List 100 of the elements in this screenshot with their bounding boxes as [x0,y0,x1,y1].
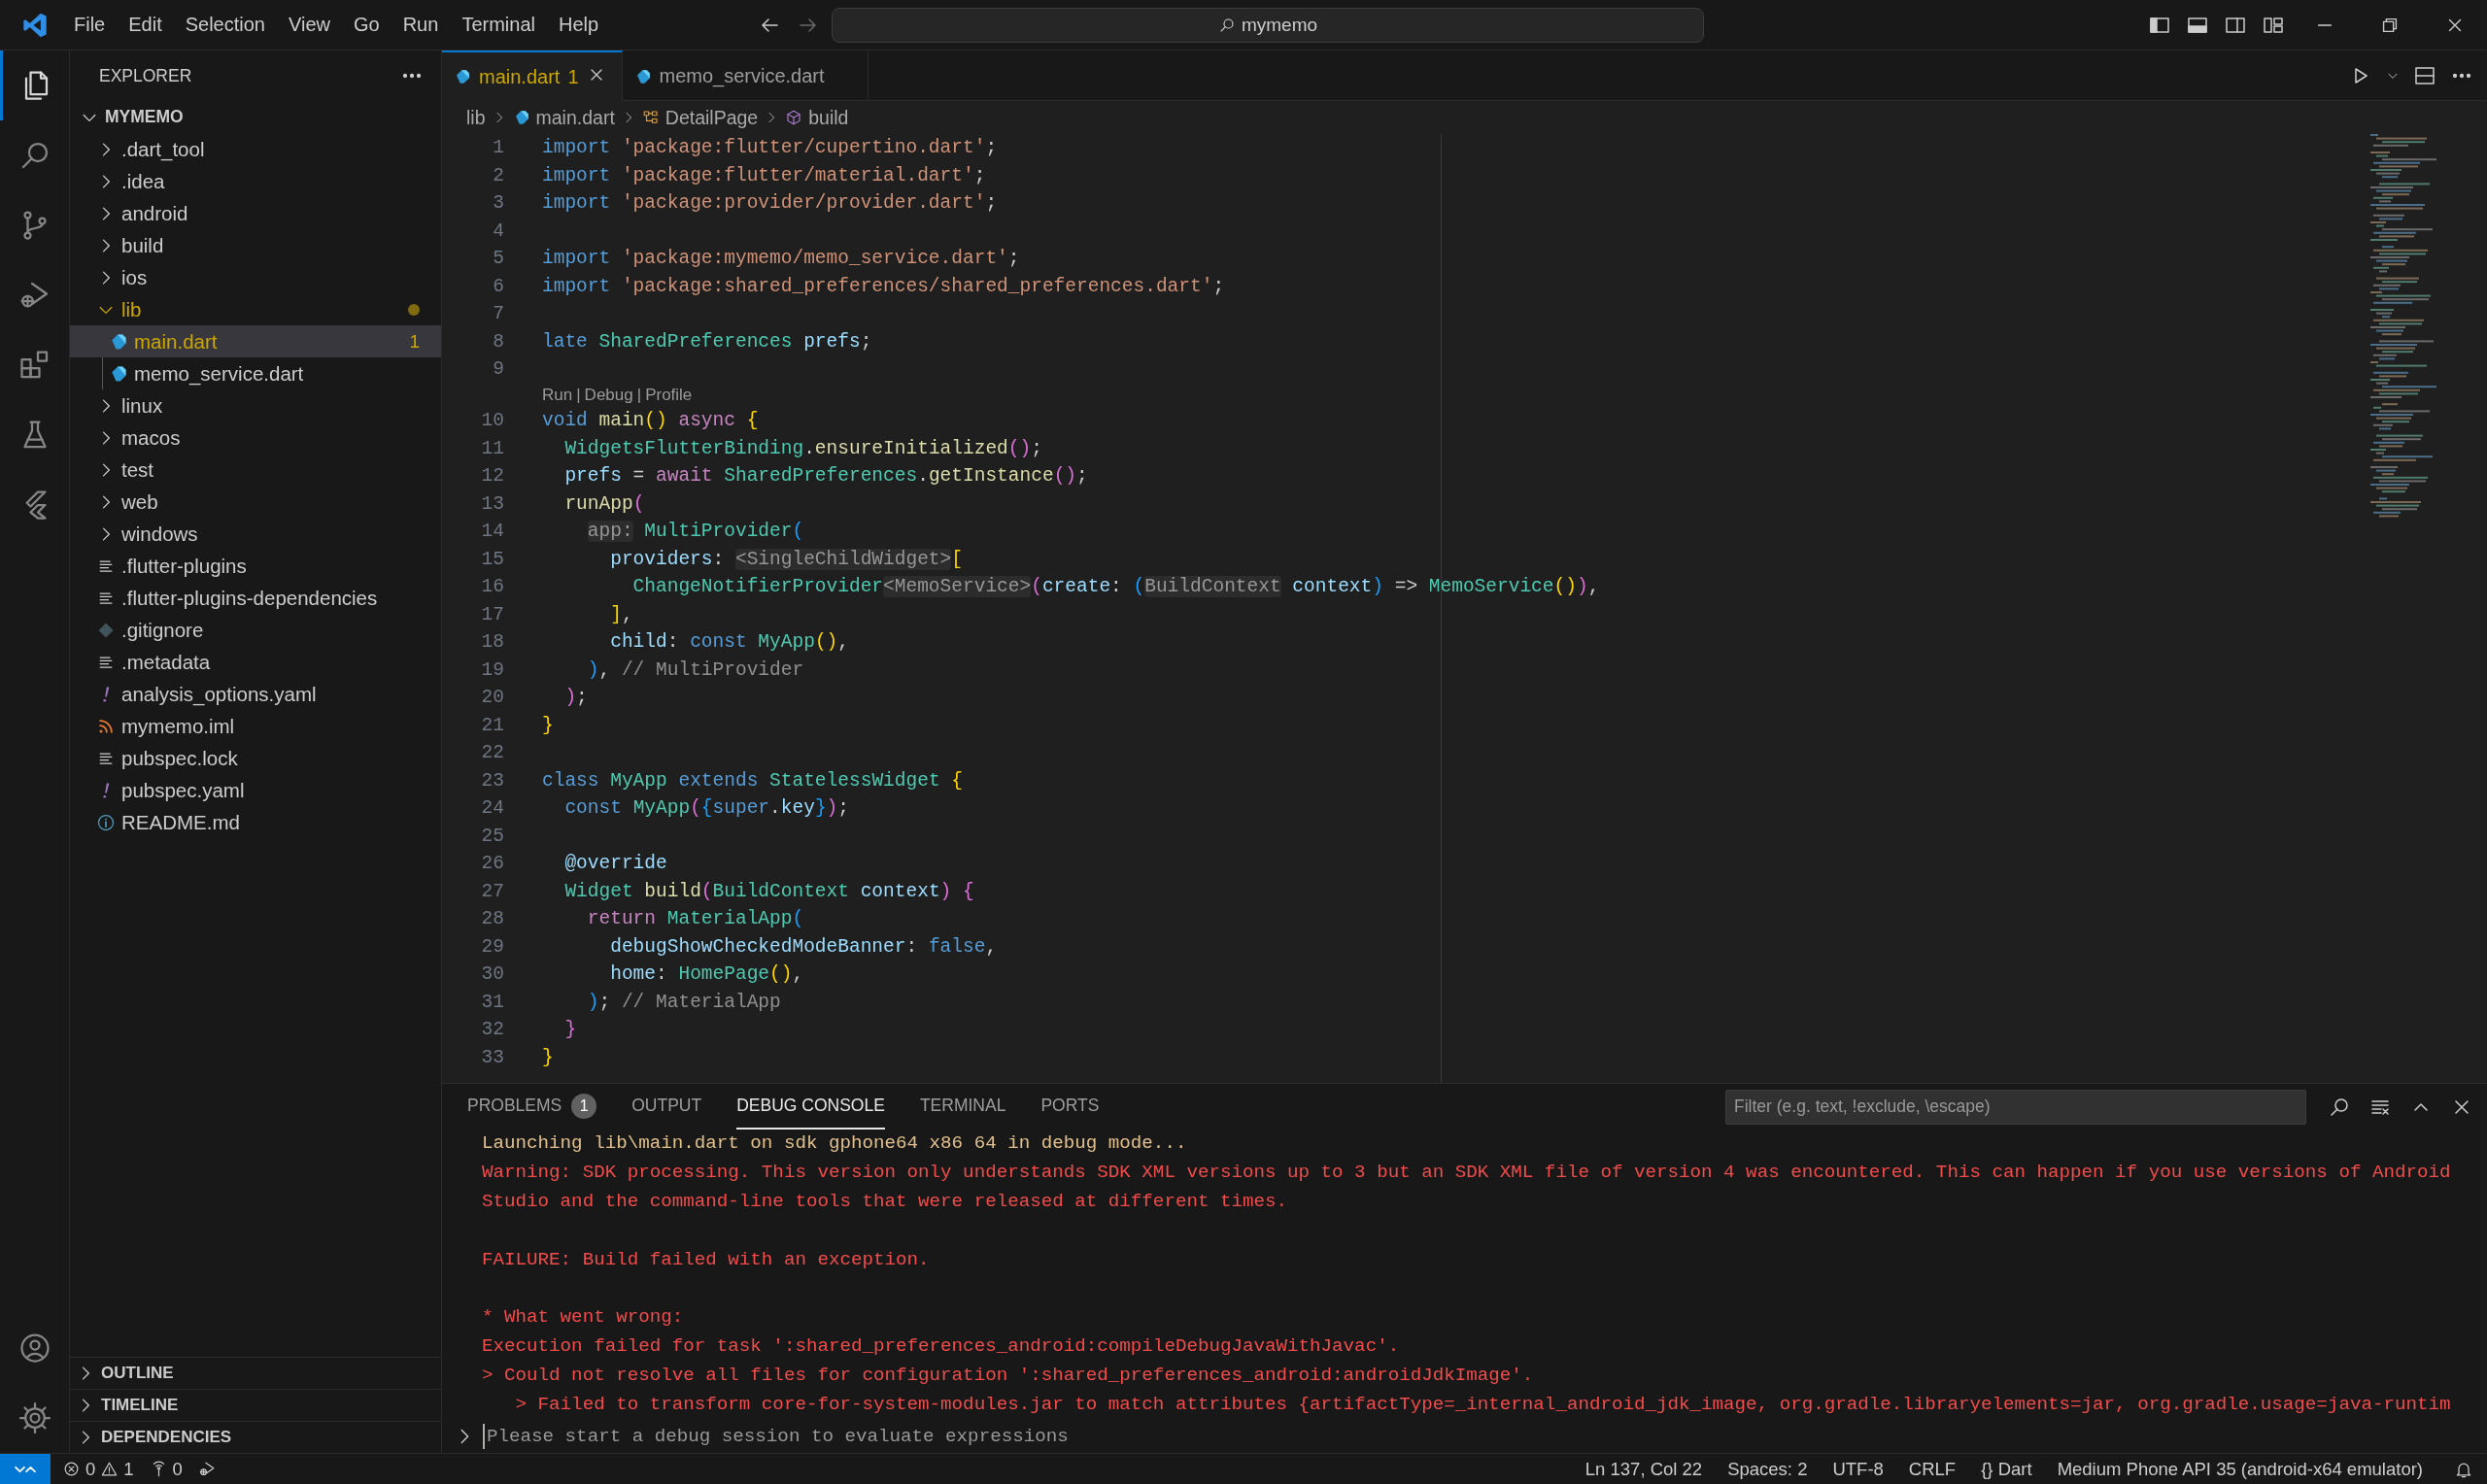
line-number: 14 [480,520,504,544]
editor-tab[interactable]: memo_service.dart [622,51,869,100]
settings-icon [17,1400,52,1435]
code-line: } [563,1018,577,1042]
tree-item[interactable]: main.dart 1 [70,325,441,357]
line-number: 25 [480,824,504,849]
filter-field[interactable]: Filter (e.g. text, !exclude, \escape) [1725,1089,2306,1125]
tree-item[interactable]: pubspec.lock [70,742,441,774]
console-line: * What went wrong: [482,1305,685,1331]
tree-item[interactable]: lib [70,293,441,325]
run-debug-icon[interactable] [197,1460,217,1478]
tree-item[interactable]: README.md [70,806,441,838]
codelens-link[interactable]: Debug [584,385,633,405]
tree-item[interactable]: test [70,454,441,486]
tree-item[interactable]: .metadata [70,646,441,678]
command-center-button[interactable]: mymemo [832,7,1704,43]
panel-tab[interactable]: OUTPUT [631,1084,702,1130]
code-line: ); [563,686,588,710]
code-line: } [542,1045,554,1070]
expression-field[interactable]: Please start a debug session to evaluate expressions [483,1424,2487,1449]
panel-tab[interactable]: PORTS [1040,1084,1100,1130]
code-line: ], [609,602,633,627]
line-number: 27 [480,879,504,904]
line-number: 20 [480,686,504,710]
code-line: home: HomePage(), [609,962,804,987]
tree-item[interactable]: windows [70,518,441,550]
console-line: Studio and the command-line tools that were released at different times. [482,1189,1289,1214]
code-line: Widget build(BuildContext context) { [563,879,974,904]
menu-item[interactable]: File [62,8,118,42]
tree-item[interactable]: web [70,486,441,518]
tree-item[interactable]: .dart_tool [70,133,441,165]
line-number: 21 [480,713,504,738]
panel-tab[interactable]: PROBLEMS 1 [467,1084,597,1130]
line-number: 31 [480,990,504,1015]
tree-item[interactable]: .flutter-plugins-dependencies [70,582,441,614]
line-number: 1 [492,136,504,160]
line-number: 28 [480,907,504,931]
code-line: WidgetsFlutterBinding.ensureInitialized(); [563,436,1042,461]
menu-item[interactable]: Selection [173,8,277,42]
code-line: child: const MyApp(), [609,630,849,655]
remote-button[interactable] [0,1454,51,1484]
menu-item[interactable]: Help [546,8,611,42]
codelens-link[interactable]: Run [542,385,573,405]
line-number: 2 [492,163,504,188]
line-number: 18 [480,630,504,655]
status-item[interactable]: UTF-8 [1824,1458,1891,1480]
problems-status[interactable]: 0 1 [51,1458,142,1480]
code-line: ), // MultiProvider [586,658,804,683]
status-item[interactable]: Medium Phone API 35 (android-x64 emulator) [2049,1458,2431,1480]
tree-item[interactable]: macos [70,422,441,454]
status-item[interactable]: Ln 137, Col 22 [1577,1458,1711,1480]
tree-item[interactable]: build [70,229,441,261]
tree-item[interactable]: android [70,197,441,229]
tree-item[interactable]: analysis_options.yaml [70,678,441,710]
menu-item[interactable]: Go [342,8,392,42]
panel-tab[interactable]: DEBUG CONSOLE [736,1084,885,1130]
line-number: 19 [480,658,504,683]
tree-item[interactable]: ios [70,261,441,293]
code-line: return MaterialApp( [586,907,804,931]
breadcrumb-item[interactable]: main.dart [512,106,615,129]
tree-item[interactable]: mymemo.iml [70,710,441,742]
tree-item[interactable]: linux [70,389,441,422]
code-line: void main() async { [542,409,759,433]
line-number: 9 [492,357,504,382]
menu-item[interactable]: Edit [117,8,174,42]
console-line: > Could not resolve all files for configuration ':shared_preferences_android:androidJdkImage'. [482,1364,1535,1389]
class-symbol-icon [641,109,660,126]
status-item[interactable]: Spaces: 2 [1720,1458,1816,1480]
console-line: FAILURE: Build failed with an exception. [482,1247,931,1272]
line-number: 5 [492,247,504,271]
line-number: 22 [480,741,504,765]
remote-icon [15,1464,36,1474]
breadcrumb-item[interactable]: lib [466,106,486,129]
panel-tab[interactable]: TERMINAL [919,1084,1006,1130]
status-item[interactable]: CRLF [1900,1458,1964,1480]
breadcrumb-item[interactable]: DetailPage [641,106,759,129]
menu-item[interactable]: Terminal [450,8,547,42]
ports-status[interactable]: 0 [141,1458,190,1480]
cube-icon [785,109,803,126]
tree-item[interactable]: MYMEMO [70,101,441,133]
editor-tab[interactable]: main.dart 1 [442,51,623,101]
breadcrumb-item[interactable]: build [785,106,849,129]
code-line: debugShowCheckedModeBanner: false, [609,934,998,960]
console-line: Launching lib\main.dart on sdk gphone64 x86 64 in debug mode... [482,1131,1188,1156]
line-number: 10 [480,409,504,433]
menu-item[interactable]: View [277,8,342,42]
tree-item[interactable]: .gitignore [70,614,441,646]
section-header[interactable]: OUTLINE [70,1357,441,1389]
codelens-link[interactable]: Profile [645,385,693,405]
line-number: 23 [480,768,504,793]
status-item[interactable]: {} Dart [1973,1458,2040,1480]
menu-item[interactable]: Run [391,8,451,42]
tree-item[interactable]: pubspec.yaml [70,774,441,806]
tree-item[interactable]: .flutter-plugins [70,550,441,582]
code-line: import 'package:mymemo/memo_service.dart'; [542,247,1020,271]
code-line: } [542,713,554,738]
tree-item[interactable]: .idea [70,165,441,197]
file-type-icon [454,68,471,85]
code-line: import 'package:shared_preferences/shared_preferences.dart'; [542,274,1225,299]
section-header[interactable]: TIMELINE [70,1389,441,1421]
